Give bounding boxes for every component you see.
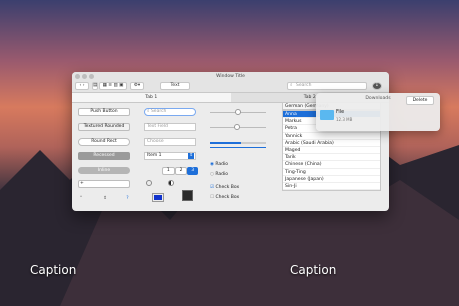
language-list-item[interactable]: Sin-Ji [283,183,380,191]
segment-3[interactable]: 3 [187,167,199,175]
checkbox-2-label: Check Box [215,195,240,200]
gear-menu-icon[interactable]: ⚙▾ [130,82,144,90]
stepper-arrows-icon[interactable]: ⇕ [102,196,108,202]
text-field[interactable]: Text Field [144,123,196,131]
popup-button[interactable]: Item 1 ⇕ [144,152,196,160]
language-list-item[interactable]: Tarik [283,154,380,162]
language-list-item[interactable]: Yannick [283,133,380,140]
radio-1-label: Radio [215,162,229,167]
progress-fill [210,142,241,144]
caption-right: Caption [290,263,337,277]
text-toolbar-button[interactable]: Text [160,82,190,90]
segment-1[interactable]: 1 [162,167,175,175]
toolbar-search-placeholder: Search [296,83,312,88]
search-icon: ⌕ [290,83,293,88]
language-list-item[interactable]: Chinese (China) [283,161,380,169]
toolbar: ‹ › ▤ ▦ ≡ ▥ ▣ ⚙▾ Text ⌕ Search ↓ [72,81,389,93]
segmented-control: 1 2 3 [162,167,199,175]
language-list-item[interactable]: Ting-Ting [283,169,380,176]
checkbox-1[interactable]: ☑ Check Box [210,184,260,191]
color-well-icon[interactable] [146,180,152,186]
tab-1[interactable]: Tab 1 [72,93,231,102]
help-icon[interactable]: ? [124,195,131,202]
window-controls [75,74,94,79]
search-field-placeholder: Search [150,109,167,114]
recessed-button[interactable]: Recessed [78,152,130,160]
window-title: Window Title [216,74,245,79]
downloads-popover: Downloads Delete File 12.3 MB [316,93,440,131]
minimize-window-button[interactable] [82,74,87,79]
sidebar-toggle-icon[interactable]: ▤ [92,82,98,90]
radio-1[interactable]: ◉ Radio [210,161,260,168]
textured-rounded-button[interactable]: Textured Rounded [78,123,130,131]
zoom-window-button[interactable] [89,74,94,79]
radio-2-label: Radio [215,172,229,177]
inline-button[interactable]: Inline [78,167,130,174]
push-button[interactable]: Push Button [78,108,130,116]
radio-2[interactable]: ○ Radio [210,171,260,178]
checkbox-2[interactable]: ☐ Check Box [210,194,260,201]
horizontal-slider[interactable] [210,109,266,115]
color-swatch-blue[interactable] [152,193,164,202]
download-file-size: 12.3 MB [336,117,353,122]
disclosure-up-icon[interactable]: ⌃ [78,196,84,202]
view-mode-segmented[interactable]: ▦ ≡ ▥ ▣ [99,82,127,90]
language-list-item[interactable]: Arabic (Saudi Arabia) [283,140,380,147]
toolbar-search-field[interactable]: ⌕ Search [287,82,367,90]
progress-bar [210,142,266,144]
language-list-item[interactable]: Japanese (Japan) [283,176,380,183]
ticked-slider-knob[interactable] [234,124,240,130]
folder-icon [320,110,334,120]
combo-box[interactable]: Choose [144,138,196,146]
stepper-field[interactable]: + [78,180,130,188]
color-swatch-blue-fill [154,195,162,200]
back-forward-control[interactable]: ‹ › [75,82,89,90]
segment-2[interactable]: 2 [174,167,188,175]
search-field[interactable]: ⌕ Search [144,108,196,116]
popup-arrows-icon: ⇕ [188,153,194,159]
checkbox-1-label: Check Box [215,185,240,190]
popup-value: Item 1 [147,153,162,158]
close-window-button[interactable] [75,74,80,79]
downloads-icon[interactable]: ↓ [372,82,382,90]
download-file-name[interactable]: File [336,110,344,115]
half-circle-icon[interactable] [168,180,174,186]
progress-bar-secondary [210,147,266,148]
slider-knob[interactable] [235,109,241,115]
caption-left: Caption [30,263,77,277]
language-list-item[interactable]: Maged [283,147,380,155]
delete-button[interactable]: Delete [406,96,434,105]
title-bar: Window Title [72,72,389,81]
ticked-slider[interactable] [210,124,266,130]
color-swatch-dark[interactable] [182,190,193,201]
round-rect-button[interactable]: Round Rect [78,138,130,146]
